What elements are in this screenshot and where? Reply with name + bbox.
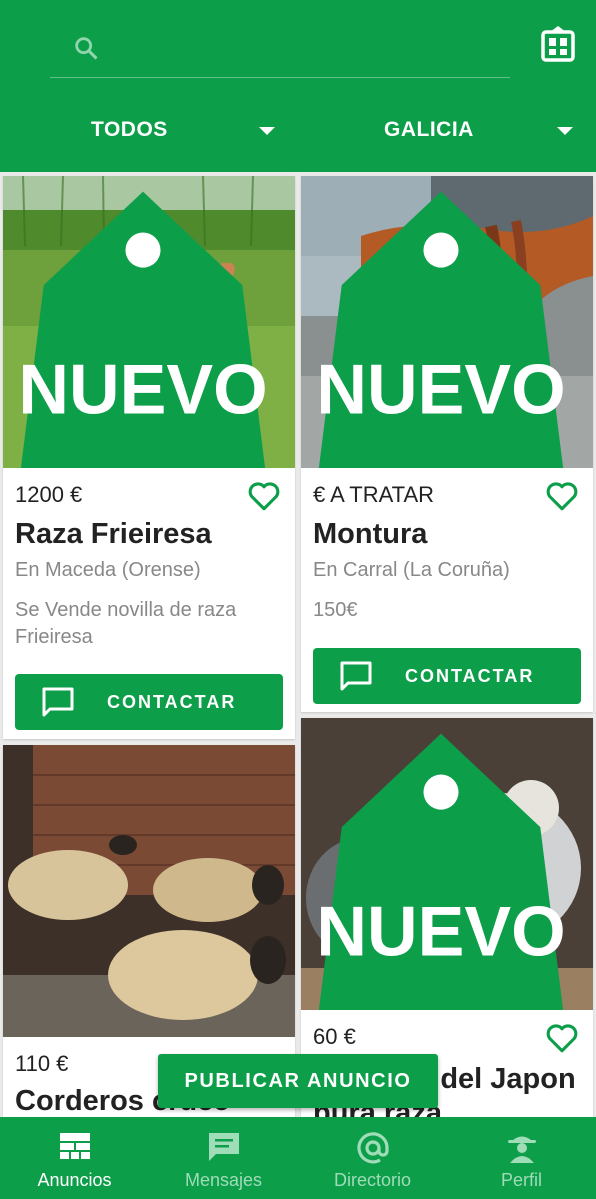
chevron-down-icon (557, 127, 573, 135)
search-icon (75, 37, 98, 60)
listing-price: 110 € (15, 1051, 69, 1076)
listing-price: 60 € (313, 1024, 356, 1049)
chevron-down-icon (259, 127, 275, 135)
new-badge: NUEVO (316, 733, 566, 1010)
listing-photo[interactable]: NUEVO (3, 176, 295, 468)
contact-button[interactable]: CONTACTAR (313, 648, 581, 704)
listing-description: 150€ (313, 599, 358, 621)
region-dropdown[interactable]: GALICIA (298, 110, 596, 150)
nav-label: Mensajes (184, 1170, 263, 1190)
listing-location: En Maceda (Orense) (15, 559, 201, 581)
nav-item-perfil[interactable]: Perfil (447, 1117, 596, 1199)
contact-button-label: CONTACTAR (107, 692, 237, 712)
publish-ad-button[interactable]: PUBLICAR ANUNCIO (158, 1054, 438, 1108)
listing-description: Se Vende novilla de raza Frieiresa (15, 599, 237, 648)
top-app-bar: TODOS GALICIA (0, 0, 596, 172)
heart-icon[interactable] (247, 480, 281, 512)
category-dropdown-label: TODOS (91, 118, 168, 141)
listing-location: En Carral (La Coruña) (313, 559, 510, 581)
listing-price: 1200 € (15, 482, 83, 507)
farmer-icon (508, 1136, 536, 1163)
chat-icon (42, 687, 74, 717)
new-badge-label: NUEVO (316, 893, 565, 971)
listing-title: Raza Frieiresa (15, 518, 212, 550)
qr-scanner-button[interactable] (540, 24, 576, 62)
search-input[interactable] (110, 36, 490, 66)
listing-photo[interactable] (3, 745, 295, 1037)
nav-label: Directorio (333, 1170, 412, 1190)
region-dropdown-label: GALICIA (384, 118, 474, 141)
chat-icon (209, 1133, 239, 1161)
nav-label: Perfil (500, 1170, 542, 1190)
listing-title: Montura (313, 518, 428, 550)
contact-button[interactable]: CONTACTAR (15, 674, 283, 730)
anuncios-icon (60, 1133, 90, 1159)
listing-card[interactable]: NUEVO € A TRATAR Montura En Carral (La C… (301, 176, 593, 712)
new-badge: NUEVO (316, 191, 566, 468)
heart-icon[interactable] (545, 1022, 579, 1054)
new-badge-label: NUEVO (316, 351, 565, 429)
new-badge-label: NUEVO (18, 351, 267, 429)
heart-icon[interactable] (545, 480, 579, 512)
new-badge: NUEVO (18, 191, 268, 468)
listing-price: € A TRATAR (313, 482, 435, 507)
search-field[interactable] (50, 24, 510, 78)
at-icon (357, 1132, 389, 1164)
category-dropdown[interactable]: TODOS (0, 110, 298, 150)
listing-photo[interactable]: NUEVO (301, 176, 593, 468)
nav-item-anuncios[interactable]: Anuncios (0, 1117, 149, 1199)
contact-button-label: CONTACTAR (405, 666, 535, 686)
nav-item-directorio[interactable]: Directorio (298, 1117, 447, 1199)
listing-card[interactable]: NUEVO 1200 € Raza Frieiresa En Maceda (O… (3, 176, 295, 739)
nav-item-mensajes[interactable]: Mensajes (149, 1117, 298, 1199)
listing-photo[interactable]: NUEVO (301, 718, 593, 1010)
building-icon (541, 26, 575, 62)
chat-icon (340, 661, 372, 691)
nav-label: Anuncios (37, 1170, 112, 1190)
bottom-navigation: Anuncios Mensajes Directorio Perfil (0, 1117, 596, 1199)
